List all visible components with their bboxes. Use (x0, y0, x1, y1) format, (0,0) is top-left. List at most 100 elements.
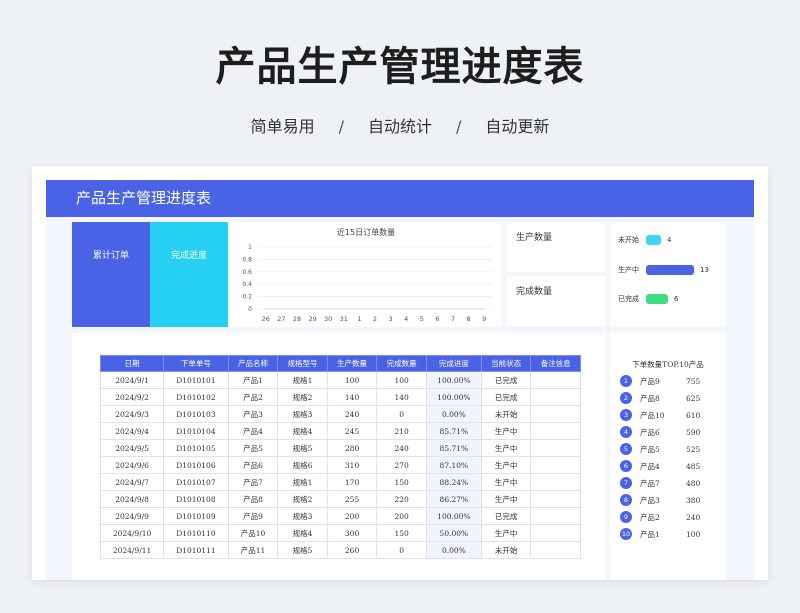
table-row[interactable]: 2024/9/2 D1010102 产品2 规格2 140 140 100.00% 已完成 (99, 388, 581, 406)
column-header[interactable]: 规格型号 (277, 355, 328, 372)
column-header[interactable]: 产品名称 (227, 355, 279, 372)
table-cell[interactable]: 2024/9/10 (99, 524, 165, 542)
table-cell[interactable]: 生产中 (480, 490, 532, 508)
table-row[interactable]: 2024/9/11 D1010111 产品11 规格5 260 0 0.00% 未开始 (99, 541, 581, 559)
top10-item[interactable]: 6 产品4 485 (620, 460, 700, 472)
table-cell[interactable]: 85.71% (425, 439, 482, 457)
table-cell[interactable]: 2024/9/6 (99, 456, 165, 474)
table-cell[interactable]: 2024/9/8 (99, 490, 165, 508)
table-row[interactable]: 2024/9/3 D1010103 产品3 规格3 240 0 0.00% 未开始 (99, 405, 581, 423)
table-cell[interactable]: 产品4 (227, 422, 279, 440)
table-cell[interactable] (530, 507, 581, 525)
table-cell[interactable]: 规格2 (277, 388, 328, 406)
table-row[interactable]: 2024/9/1 D1010101 产品1 规格1 100 100 100.00% 已完成 (99, 371, 581, 389)
column-header[interactable]: 备注信息 (530, 355, 581, 372)
table-cell[interactable]: 未开始 (480, 541, 532, 559)
table-cell[interactable]: 产品6 (227, 456, 279, 474)
table-cell[interactable]: 100 (326, 371, 378, 389)
table-cell[interactable] (530, 422, 581, 440)
table-cell[interactable]: 200 (376, 507, 427, 525)
table-cell[interactable] (530, 541, 581, 559)
table-cell[interactable]: 产品9 (227, 507, 279, 525)
table-cell[interactable]: 已完成 (480, 507, 532, 525)
table-cell[interactable]: 140 (376, 388, 427, 406)
table-cell[interactable]: 生产中 (480, 524, 532, 542)
column-header[interactable]: 下单单号 (163, 355, 229, 372)
table-row[interactable]: 2024/9/8 D1010108 产品8 规格2 255 220 86.27% 生产中 (99, 490, 581, 508)
table-cell[interactable]: 0.00% (425, 541, 482, 559)
table-cell[interactable]: 50.00% (425, 524, 482, 542)
column-header[interactable]: 生产数量 (326, 355, 378, 372)
table-cell[interactable]: 已完成 (480, 371, 532, 389)
table-cell[interactable]: 规格4 (277, 422, 328, 440)
top10-item[interactable]: 5 产品5 525 (620, 443, 700, 455)
table-cell[interactable]: 170 (326, 473, 378, 491)
table-cell[interactable]: D1010105 (163, 439, 229, 457)
table-cell[interactable]: 2024/9/9 (99, 507, 165, 525)
table-row[interactable]: 2024/9/7 D1010107 产品7 规格1 170 150 88.24% 生产中 (99, 473, 581, 491)
table-cell[interactable]: D1010101 (163, 371, 229, 389)
table-cell[interactable]: D1010104 (163, 422, 229, 440)
table-cell[interactable]: 87.10% (425, 456, 482, 474)
table-cell[interactable] (530, 490, 581, 508)
table-cell[interactable]: 270 (376, 456, 427, 474)
table-cell[interactable]: 310 (326, 456, 378, 474)
table-cell[interactable]: D1010106 (163, 456, 229, 474)
table-cell[interactable]: 产品8 (227, 490, 279, 508)
table-cell[interactable]: 2024/9/3 (99, 405, 165, 423)
column-header[interactable]: 当前状态 (480, 355, 532, 372)
table-cell[interactable]: D1010103 (163, 405, 229, 423)
table-cell[interactable]: D1010107 (163, 473, 229, 491)
column-header[interactable]: 完成进度 (425, 355, 482, 372)
table-cell[interactable]: 0 (376, 405, 427, 423)
table-cell[interactable]: 生产中 (480, 473, 532, 491)
top10-item[interactable]: 4 产品6 590 (620, 426, 700, 438)
top10-item[interactable]: 8 产品3 380 (620, 494, 700, 506)
table-cell[interactable]: 0.00% (425, 405, 482, 423)
table-cell[interactable]: 210 (376, 422, 427, 440)
table-cell[interactable]: 300 (326, 524, 378, 542)
table-cell[interactable] (530, 456, 581, 474)
table-cell[interactable]: 生产中 (480, 422, 532, 440)
table-cell[interactable]: 规格5 (277, 541, 328, 559)
table-cell[interactable]: 产品7 (227, 473, 279, 491)
top10-item[interactable]: 7 产品7 480 (620, 477, 700, 489)
table-cell[interactable]: 产品11 (227, 541, 279, 559)
table-row[interactable]: 2024/9/4 D1010104 产品4 规格4 245 210 85.71% 生产中 (99, 422, 581, 440)
top10-item[interactable]: 10 产品1 100 (620, 528, 700, 540)
table-cell[interactable]: 220 (376, 490, 427, 508)
table-cell[interactable]: 240 (326, 405, 378, 423)
table-cell[interactable]: 150 (376, 473, 427, 491)
table-cell[interactable]: 100.00% (425, 371, 482, 389)
table-cell[interactable]: 产品3 (227, 405, 279, 423)
table-cell[interactable]: 2024/9/4 (99, 422, 165, 440)
table-cell[interactable]: 规格1 (277, 371, 328, 389)
table-cell[interactable]: 100.00% (425, 388, 482, 406)
table-cell[interactable]: 规格2 (277, 490, 328, 508)
table-cell[interactable] (530, 473, 581, 491)
table-cell[interactable]: 未开始 (480, 405, 532, 423)
table-cell[interactable]: 200 (326, 507, 378, 525)
table-cell[interactable]: 规格3 (277, 507, 328, 525)
table-cell[interactable] (530, 371, 581, 389)
table-row[interactable]: 2024/9/10 D1010110 产品10 规格4 300 150 50.00% 生产中 (99, 524, 581, 542)
table-cell[interactable]: 2024/9/1 (99, 371, 165, 389)
column-header[interactable]: 完成数量 (376, 355, 427, 372)
top10-item[interactable]: 3 产品10 610 (620, 409, 700, 421)
table-cell[interactable]: 2024/9/7 (99, 473, 165, 491)
table-cell[interactable]: 260 (326, 541, 378, 559)
table-cell[interactable]: 2024/9/5 (99, 439, 165, 457)
table-cell[interactable]: 2024/9/2 (99, 388, 165, 406)
column-header[interactable]: 日期 (99, 355, 165, 372)
top10-item[interactable]: 1 产品9 755 (620, 375, 700, 387)
table-cell[interactable]: 100 (376, 371, 427, 389)
table-cell[interactable]: 240 (376, 439, 427, 457)
table-cell[interactable]: 生产中 (480, 439, 532, 457)
table-row[interactable]: 2024/9/9 D1010109 产品9 规格3 200 200 100.00% 已完成 (99, 507, 581, 525)
table-cell[interactable]: 产品1 (227, 371, 279, 389)
table-cell[interactable]: 2024/9/11 (99, 541, 165, 559)
table-cell[interactable]: D1010102 (163, 388, 229, 406)
table-cell[interactable]: 规格1 (277, 473, 328, 491)
table-cell[interactable]: 280 (326, 439, 378, 457)
table-cell[interactable]: 100.00% (425, 507, 482, 525)
